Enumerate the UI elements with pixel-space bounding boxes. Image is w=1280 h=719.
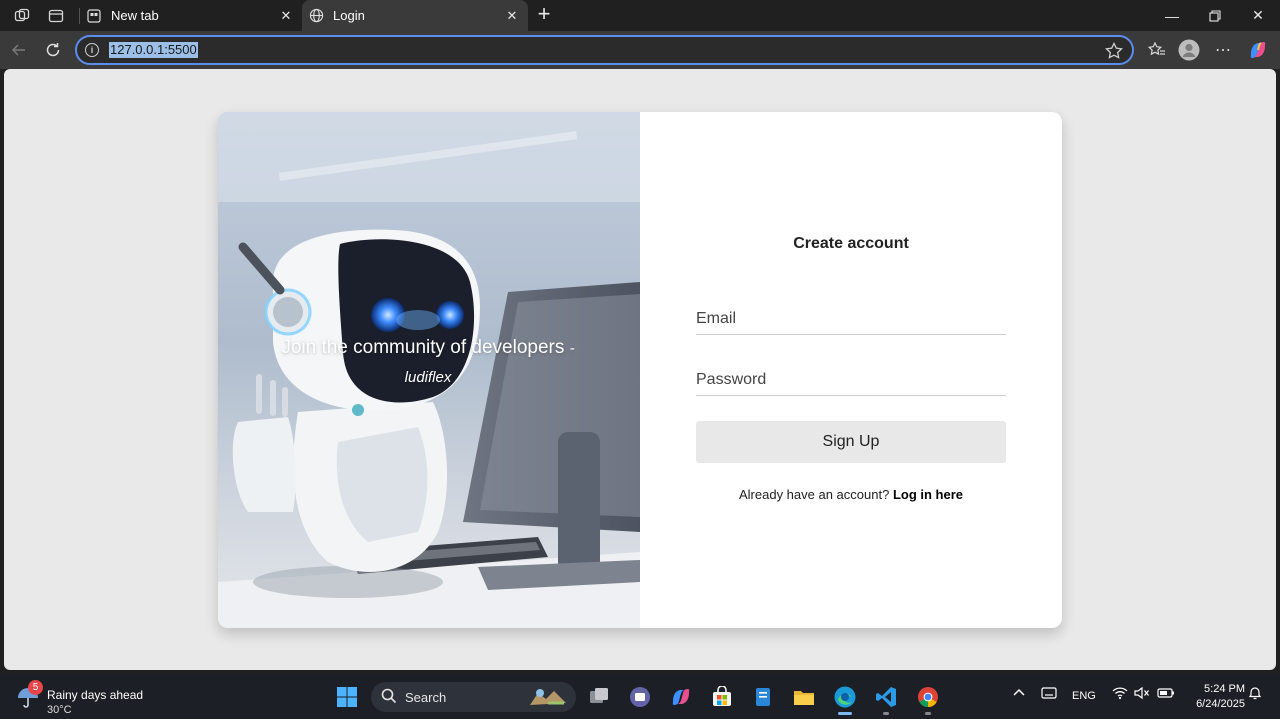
- vscode-icon[interactable]: [871, 682, 901, 712]
- new-tab-icon: [86, 8, 102, 24]
- hero-quote: Join the community of developers - ludif…: [278, 334, 578, 392]
- start-button[interactable]: [332, 682, 362, 712]
- search-icon: [381, 688, 397, 707]
- new-tab-button[interactable]: +: [533, 3, 555, 26]
- signup-card: Join the community of developers - ludif…: [218, 112, 1062, 628]
- close-tab-icon[interactable]: ✕: [502, 6, 522, 26]
- task-view-icon[interactable]: [584, 682, 614, 712]
- wifi-icon[interactable]: [1112, 686, 1128, 703]
- weather-badge: 5: [28, 680, 43, 695]
- search-placeholder: Search: [405, 689, 447, 705]
- clock-time: 5:24 PM: [1204, 683, 1245, 695]
- tab-title: Login: [333, 8, 365, 23]
- notification-center-icon[interactable]: [1248, 686, 1262, 703]
- hero-image-panel: Join the community of developers - ludif…: [218, 112, 640, 628]
- tab-login[interactable]: Login ✕: [302, 0, 528, 31]
- login-prompt-text: Already have an account?: [738, 487, 890, 502]
- restore-button[interactable]: [1193, 0, 1237, 31]
- email-field[interactable]: [696, 303, 1006, 335]
- close-tab-icon[interactable]: ✕: [276, 6, 296, 26]
- touch-keyboard-icon[interactable]: [1041, 686, 1057, 703]
- minimize-button[interactable]: —: [1150, 0, 1194, 31]
- back-button[interactable]: [8, 39, 30, 61]
- clock[interactable]: 5:24 PM 6/24/2025: [1185, 682, 1245, 712]
- tab-new-tab[interactable]: New tab ✕: [80, 0, 302, 31]
- notes-app-icon[interactable]: [748, 682, 778, 712]
- copilot-icon[interactable]: [1247, 39, 1269, 61]
- login-prompt: Already have an account? Log in here: [640, 487, 1062, 502]
- weather-widget[interactable]: 5 Rainy days ahead 30°C: [14, 680, 154, 716]
- browser-toolbar: i 127.0.0.1:5500 ⋯: [0, 31, 1280, 69]
- login-link[interactable]: Log in here: [893, 487, 963, 502]
- chrome-running-indicator: [925, 712, 931, 715]
- form-title: Create account: [793, 235, 909, 252]
- workspaces-icon[interactable]: [11, 5, 33, 27]
- site-info-icon[interactable]: i: [85, 43, 99, 57]
- clock-date: 6/24/2025: [1196, 698, 1245, 710]
- volume-muted-icon[interactable]: [1134, 686, 1150, 703]
- chrome-icon[interactable]: [913, 682, 943, 712]
- close-window-button[interactable]: ✕: [1236, 0, 1280, 31]
- favorite-star-icon[interactable]: [1104, 41, 1124, 61]
- globe-icon: [308, 8, 324, 24]
- edge-browser-icon[interactable]: [830, 682, 860, 712]
- more-options-icon[interactable]: ⋯: [1212, 39, 1234, 61]
- microsoft-store-icon[interactable]: [707, 682, 737, 712]
- profile-avatar[interactable]: [1178, 39, 1200, 61]
- battery-icon[interactable]: [1157, 686, 1175, 703]
- signup-form: Create account Sign Up Already have an a…: [640, 112, 1062, 628]
- vscode-running-indicator: [883, 712, 889, 715]
- edge-active-indicator: [838, 712, 852, 715]
- sign-up-button[interactable]: Sign Up: [696, 421, 1006, 463]
- input-language[interactable]: ENG: [1072, 690, 1096, 702]
- weather-temp: 30°C: [47, 704, 72, 716]
- address-bar[interactable]: i 127.0.0.1:5500: [75, 35, 1134, 65]
- refresh-button[interactable]: [42, 39, 64, 61]
- search-highlight-icon: [526, 685, 570, 712]
- windows-taskbar: 5 Rainy days ahead 30°C Search ENG 5:24 …: [0, 674, 1280, 719]
- copilot-app-icon[interactable]: [666, 682, 696, 712]
- favorites-icon[interactable]: [1146, 39, 1168, 61]
- tab-actions-icon[interactable]: [45, 5, 67, 27]
- taskbar-search[interactable]: Search: [371, 682, 576, 712]
- hero-quote-text: Join the community of developers: [281, 337, 565, 358]
- password-field[interactable]: [696, 364, 1006, 396]
- file-explorer-icon[interactable]: [789, 682, 819, 712]
- tab-bar: New tab ✕ Login ✕ + — ✕: [0, 0, 1280, 31]
- teams-icon[interactable]: [625, 682, 655, 712]
- address-url[interactable]: 127.0.0.1:5500: [109, 42, 198, 58]
- show-hidden-icons[interactable]: [1012, 686, 1026, 703]
- page-viewport: Join the community of developers - ludif…: [4, 69, 1276, 670]
- tab-title: New tab: [111, 8, 159, 23]
- weather-title: Rainy days ahead: [47, 688, 144, 702]
